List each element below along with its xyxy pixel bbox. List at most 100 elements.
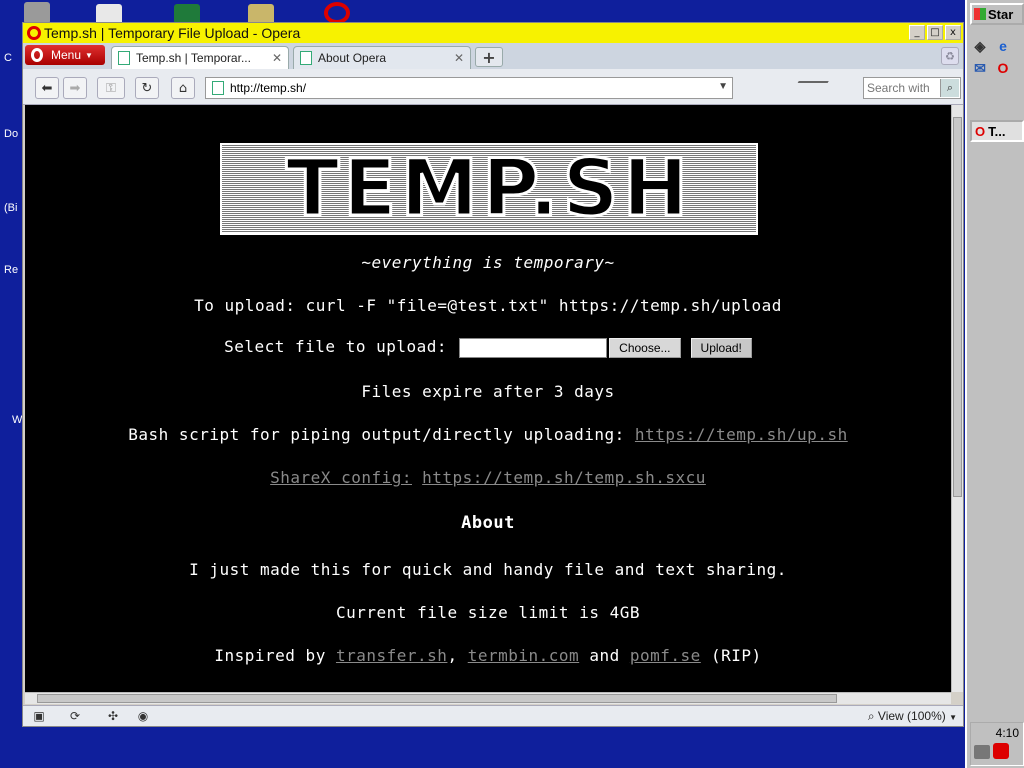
- tab-about-opera[interactable]: About Opera ✕: [293, 46, 471, 69]
- upload-button[interactable]: Upload!: [690, 337, 752, 358]
- scroll-thumb[interactable]: [953, 117, 962, 497]
- window-controls: _ □ x: [909, 25, 961, 40]
- bash-script-label: Bash script for piping output/directly u…: [128, 425, 625, 444]
- search-input[interactable]: Search with ⌕: [863, 77, 961, 99]
- upload-form: Select file to upload: Choose... Upload!: [25, 337, 951, 358]
- tab-temp-sh[interactable]: Temp.sh | Temporar... ✕: [111, 46, 289, 69]
- page-icon: [300, 51, 312, 65]
- upload-command: To upload: curl -F "file=@test.txt" http…: [194, 296, 782, 315]
- opera-quicklaunch-icon[interactable]: O: [994, 60, 1012, 76]
- flash-tray-icon[interactable]: [993, 743, 1009, 759]
- start-label: Star: [988, 6, 1014, 22]
- desktop-label: W: [12, 414, 23, 426]
- opera-logo-icon: [31, 48, 43, 62]
- volume-icon[interactable]: [974, 745, 990, 759]
- page-content: TEMP.SH ~everything is temporary~ To upl…: [25, 105, 951, 692]
- desktop-app-icon[interactable]: [24, 2, 50, 24]
- select-file-label: Select file to upload:: [224, 337, 448, 356]
- desktop-label: Do: [4, 128, 19, 140]
- forward-button[interactable]: ➡: [63, 77, 87, 99]
- page-zoom-handle: [787, 81, 829, 101]
- horizontal-scrollbar[interactable]: [25, 692, 951, 704]
- new-tab-button[interactable]: +: [475, 47, 503, 67]
- panel-toggle-icon[interactable]: ▣: [31, 709, 47, 723]
- opera-icon: [27, 26, 41, 40]
- trash-icon[interactable]: ♻: [941, 47, 959, 65]
- inspired-line: Inspired by transfer.sh, termbin.com and…: [25, 646, 951, 665]
- menu-label: Menu: [51, 48, 82, 62]
- chevron-down-icon[interactable]: ▼: [718, 81, 728, 92]
- zoom-icon: ⌕: [867, 709, 875, 723]
- window-title: Temp.sh | Temporary File Upload - Opera: [44, 25, 301, 41]
- and-word: and: [589, 646, 620, 665]
- expire-text: Files expire after 3 days: [361, 382, 615, 401]
- start-button[interactable]: Star: [970, 3, 1024, 25]
- rip-text: (RIP): [710, 646, 762, 665]
- back-button[interactable]: ⬅: [35, 77, 59, 99]
- zoom-label: View (100%): [877, 709, 946, 723]
- desktop-label: C: [4, 52, 12, 64]
- desktop-label: (Bi: [4, 202, 18, 214]
- tab-label: Temp.sh | Temporar...: [136, 51, 251, 65]
- home-button[interactable]: ⌂: [171, 77, 195, 99]
- turbo-icon[interactable]: ◉: [135, 709, 151, 723]
- transfer-sh-link[interactable]: transfer.sh: [336, 646, 447, 665]
- tagline: ~everything is temporary~: [361, 253, 615, 272]
- chevron-down-icon: ▼: [85, 50, 93, 60]
- task-label: T...: [988, 123, 1006, 139]
- sharex-config-link[interactable]: ShareX config:: [270, 468, 412, 487]
- url-text: http://temp.sh/: [230, 81, 307, 95]
- vertical-scrollbar[interactable]: [951, 105, 963, 692]
- clock[interactable]: 4:10: [996, 726, 1019, 740]
- outlook-icon[interactable]: ✉: [971, 60, 989, 76]
- wand-key-button[interactable]: ⚿: [97, 77, 125, 99]
- opera-menu-button[interactable]: Menu ▼: [25, 45, 105, 65]
- ie-icon[interactable]: e: [994, 38, 1012, 54]
- tab-label: About Opera: [318, 51, 387, 65]
- search-placeholder: Search with: [867, 81, 930, 95]
- zoom-control[interactable]: ⌕ View (100%) ▼: [868, 709, 957, 724]
- address-bar[interactable]: http://temp.sh/ ▼: [205, 77, 733, 99]
- taskbar-opera-task[interactable]: O T...: [970, 120, 1024, 142]
- bash-script-link[interactable]: https://temp.sh/up.sh: [635, 425, 848, 444]
- logo-text: TEMP.SH: [284, 144, 693, 234]
- title-bar[interactable]: Temp.sh | Temporary File Upload - Opera …: [23, 23, 963, 43]
- termbin-link[interactable]: termbin.com: [468, 646, 579, 665]
- close-button[interactable]: x: [945, 25, 961, 40]
- close-tab-icon[interactable]: ✕: [272, 51, 282, 65]
- minimize-button[interactable]: _: [909, 25, 925, 40]
- unite-icon[interactable]: ✣: [105, 709, 121, 723]
- taskbar: Star ◈ e ✉ O O T... 4:10: [965, 0, 1024, 768]
- opera-icon: O: [975, 123, 986, 139]
- scroll-thumb[interactable]: [37, 694, 837, 703]
- page-icon: [118, 51, 130, 65]
- status-bar: ▣ ⟳ ✣ ◉ ⌕ View (100%) ▼: [23, 705, 963, 726]
- temp-sh-logo: TEMP.SH: [220, 143, 758, 235]
- search-icon[interactable]: ⌕: [940, 79, 959, 97]
- bash-script-line: Bash script for piping output/directly u…: [25, 425, 951, 444]
- comma: ,: [447, 646, 458, 665]
- size-limit-text: Current file size limit is 4GB: [336, 603, 640, 622]
- sync-icon[interactable]: ⟳: [67, 709, 83, 723]
- opera-icon[interactable]: [324, 2, 350, 24]
- sharex-url-link[interactable]: https://temp.sh/temp.sh.sxcu: [422, 468, 706, 487]
- about-text: I just made this for quick and handy fil…: [189, 560, 787, 579]
- choose-button[interactable]: Choose...: [609, 337, 681, 358]
- navigation-toolbar: ⬅ ➡ ⚿ ↻ ⌂ http://temp.sh/ ▼ Search with …: [23, 69, 963, 105]
- sharex-line: ShareX config: https://temp.sh/temp.sh.s…: [25, 468, 951, 487]
- close-tab-icon[interactable]: ✕: [454, 51, 464, 65]
- chevron-down-icon: ▼: [949, 713, 957, 722]
- inspired-prefix: Inspired by: [214, 646, 326, 665]
- windows-logo-icon: [974, 8, 986, 20]
- maximize-button[interactable]: □: [927, 25, 943, 40]
- pomf-link[interactable]: pomf.se: [630, 646, 701, 665]
- system-tray: 4:10: [970, 722, 1024, 766]
- about-heading: About: [461, 513, 515, 533]
- desktop-label: Re: [4, 264, 19, 276]
- file-input[interactable]: [459, 337, 608, 358]
- tab-bar: Menu ▼ Temp.sh | Temporar... ✕ About Ope…: [23, 43, 963, 69]
- reload-button[interactable]: ↻: [135, 77, 159, 99]
- browser-window: Temp.sh | Temporary File Upload - Opera …: [22, 22, 964, 727]
- desktop-shortcut-icon[interactable]: ◈: [971, 38, 989, 54]
- page-icon: [212, 81, 224, 95]
